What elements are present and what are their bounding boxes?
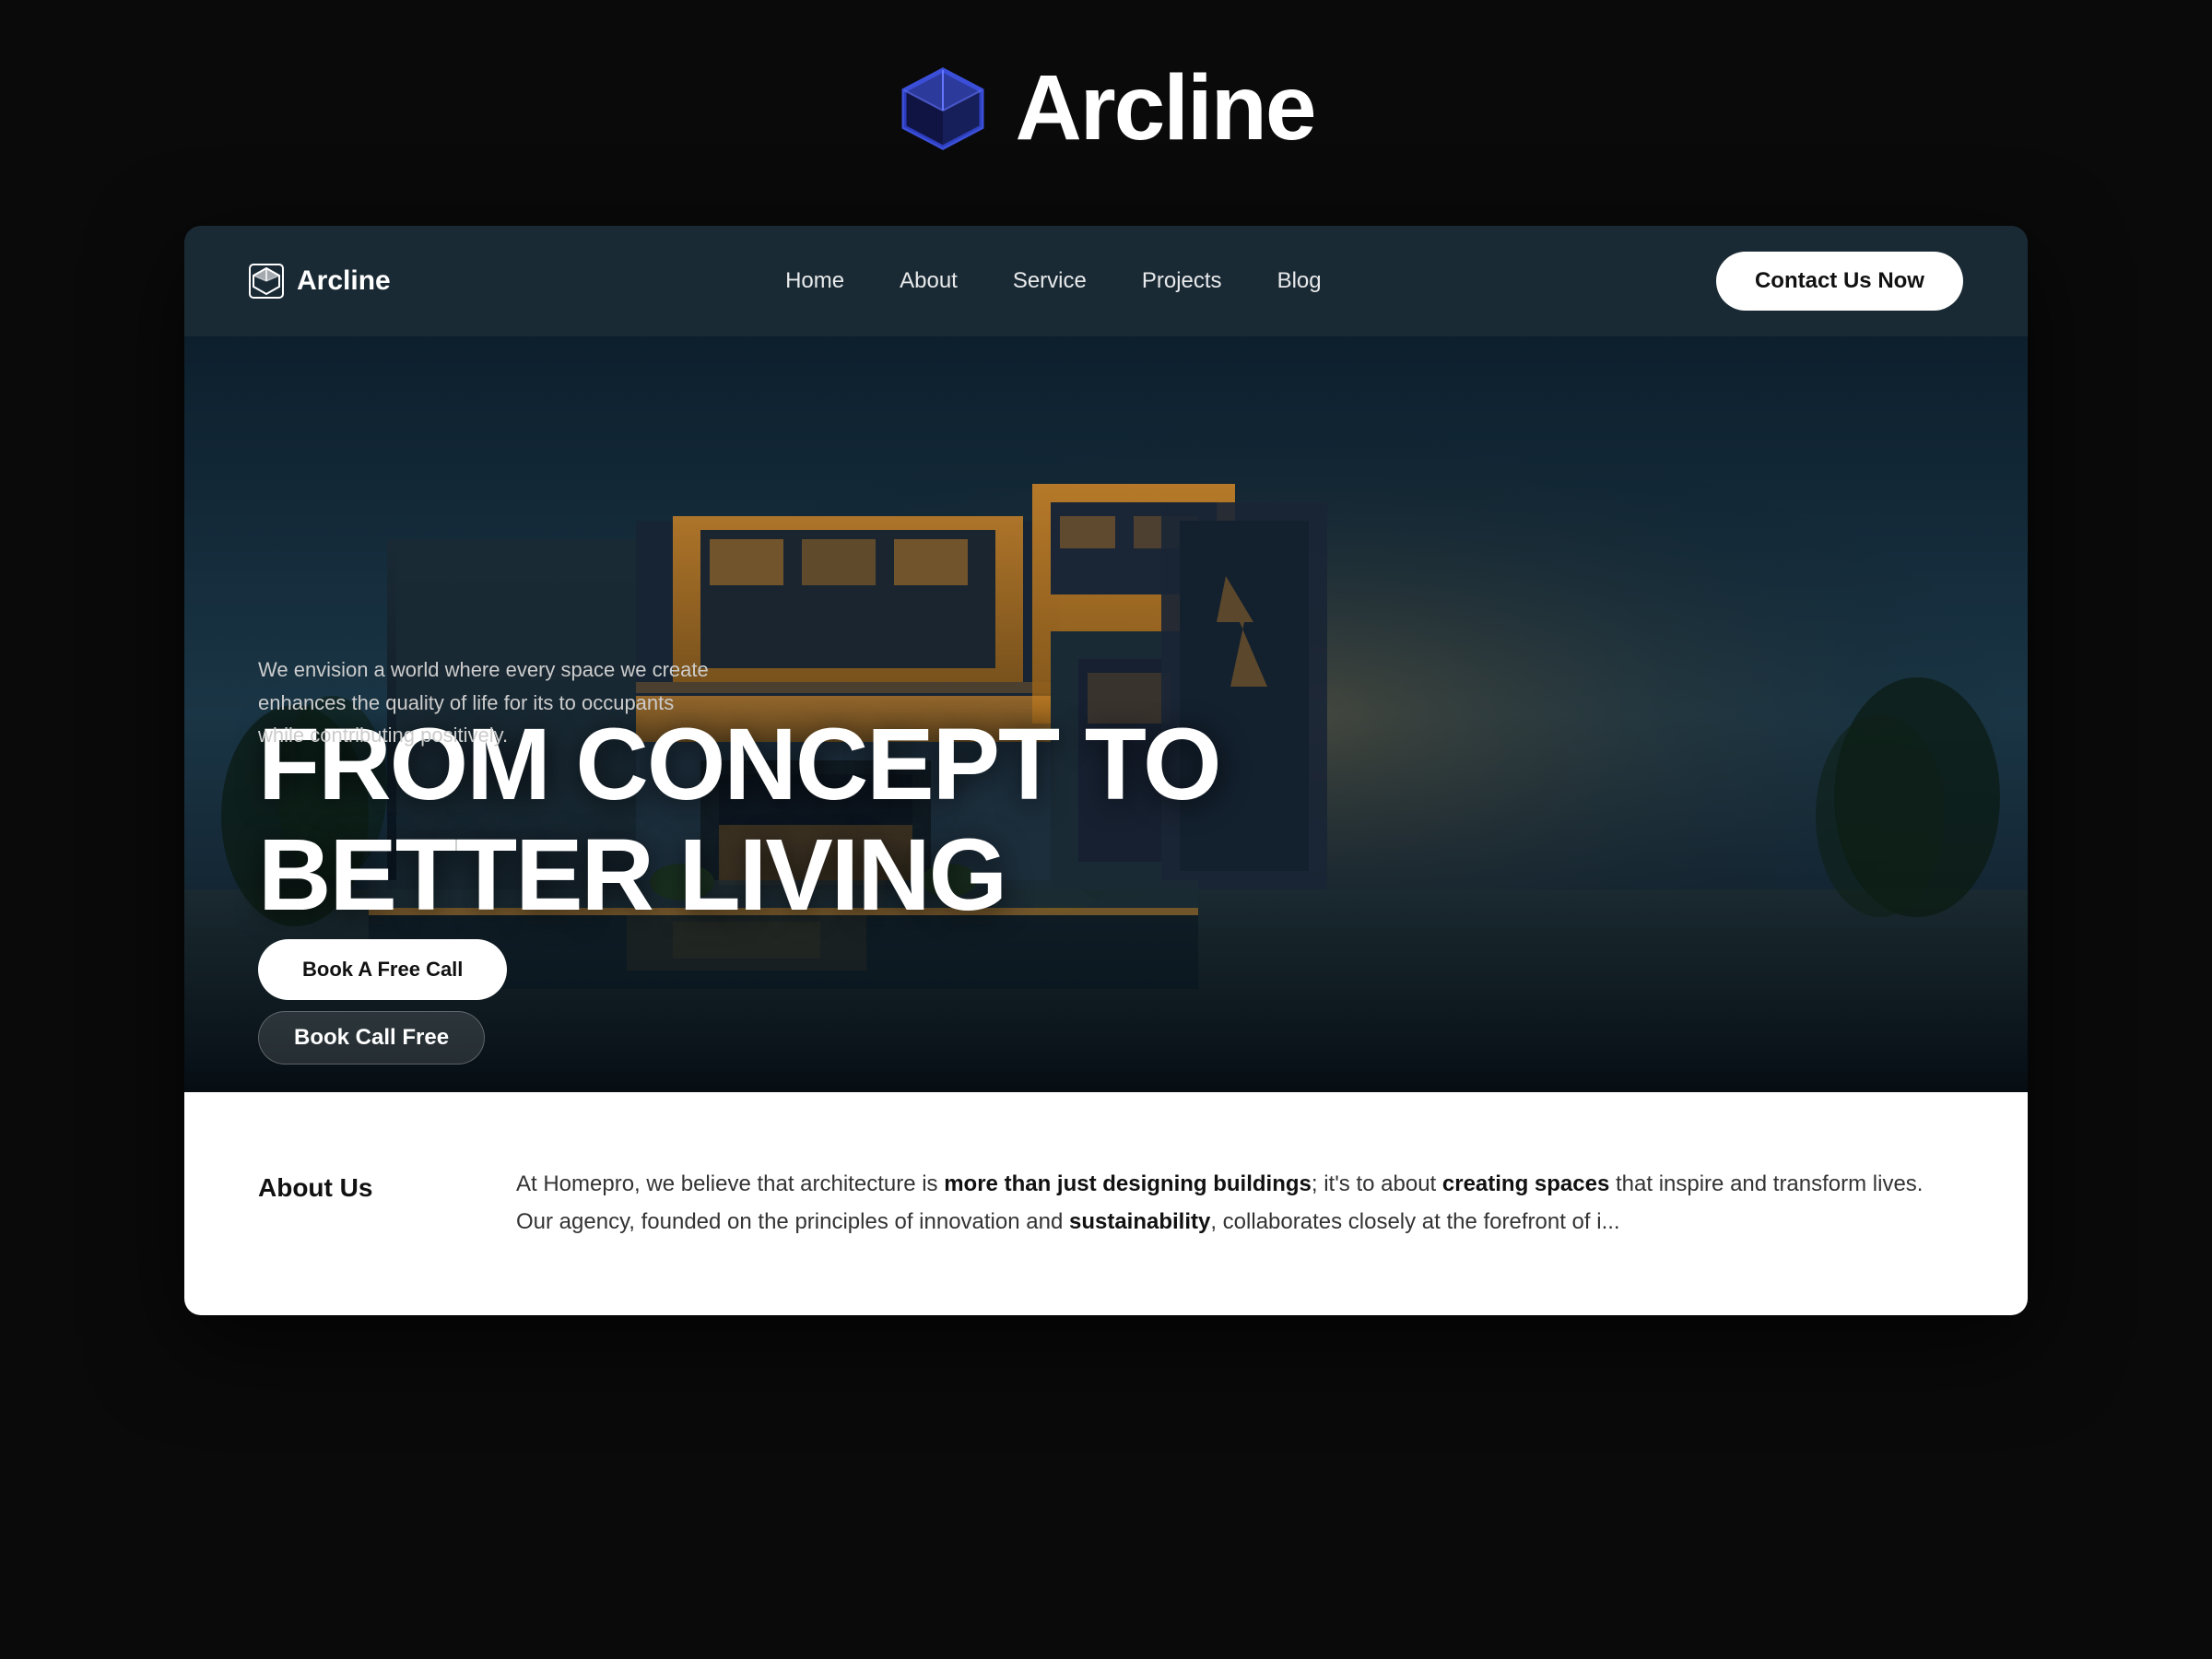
nav-brand-name: Arcline: [297, 265, 391, 297]
nav-brand: Arcline: [249, 264, 391, 299]
top-brand-name: Arcline: [1015, 55, 1314, 161]
hero-cta-area: Book A Free Call: [258, 912, 507, 1000]
about-text-part1: At Homepro, we believe that architecture…: [516, 1171, 944, 1196]
about-section: About Us At Homepro, we believe that arc…: [184, 1092, 2028, 1315]
about-text-bold3: sustainability: [1069, 1209, 1210, 1234]
nav-link-home[interactable]: Home: [785, 268, 844, 294]
hero-subtext: We envision a world where every space we…: [258, 653, 719, 751]
top-brand-icon: [897, 63, 989, 155]
hero-section: FROM CONCEPT TO BETTER LIVING We envisio…: [184, 336, 2028, 1092]
hero-headline-line2: BETTER LIVING: [258, 825, 1954, 926]
nav-link-service[interactable]: Service: [1013, 268, 1087, 294]
floating-badge-label: Book Call Free: [294, 1025, 449, 1050]
about-text-part2: ; it's to about: [1312, 1171, 1442, 1196]
about-text-part4: , collaborates closely at the forefront …: [1210, 1209, 1619, 1234]
contact-us-button[interactable]: Contact Us Now: [1716, 252, 1963, 311]
about-text: At Homepro, we believe that architecture…: [516, 1166, 1954, 1241]
browser-window: Arcline Home About Service Projects Blog…: [184, 226, 2028, 1315]
about-label: About Us: [258, 1166, 442, 1203]
nav-link-blog[interactable]: Blog: [1277, 268, 1322, 294]
about-text-bold1: more than just designing buildings: [944, 1171, 1312, 1196]
nav-link-projects[interactable]: Projects: [1142, 268, 1222, 294]
floating-badge: Book Call Free: [258, 1011, 485, 1065]
about-text-bold2: creating spaces: [1442, 1171, 1609, 1196]
hero-subtext-area: We envision a world where every space we…: [258, 653, 719, 751]
nav-links: Home About Service Projects Blog: [785, 268, 1322, 294]
book-free-call-button[interactable]: Book A Free Call: [258, 939, 507, 1000]
nav-link-about[interactable]: About: [900, 268, 958, 294]
nav-brand-icon: [249, 264, 284, 299]
navbar: Arcline Home About Service Projects Blog…: [184, 226, 2028, 336]
top-brand-section: Arcline: [0, 0, 2212, 226]
